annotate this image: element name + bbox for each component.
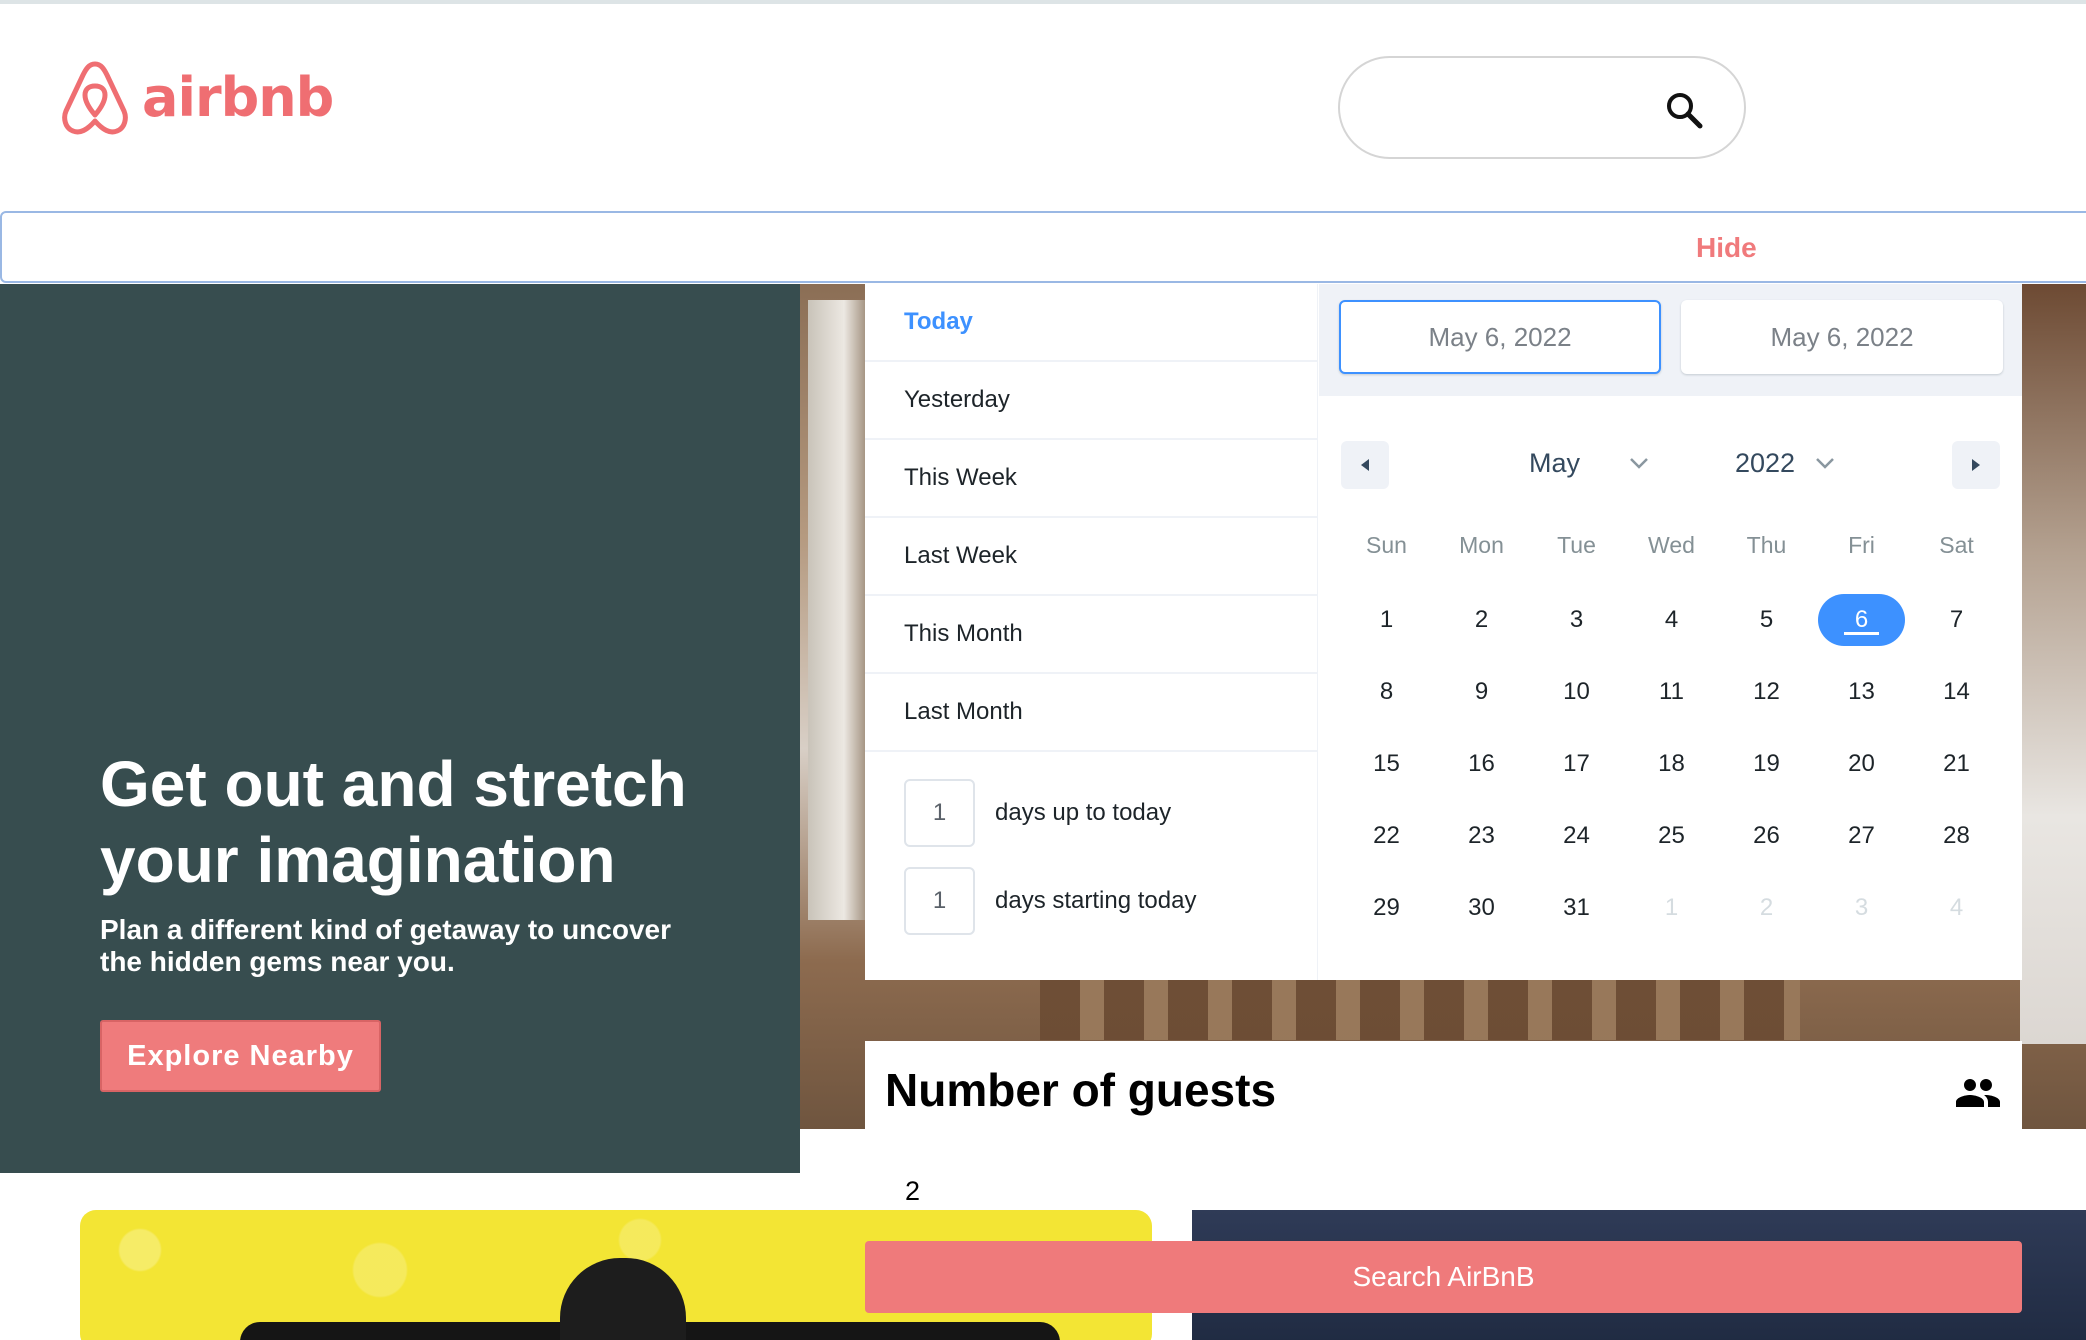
calendar-day-passive[interactable]: 2 bbox=[1719, 872, 1814, 944]
calendar-day-passive[interactable]: 4 bbox=[1909, 872, 2004, 944]
prev-month-button[interactable] bbox=[1341, 441, 1389, 489]
weekday-label: Mon bbox=[1459, 532, 1504, 558]
days-up-to-today-label: days up to today bbox=[995, 799, 1172, 826]
hero-subtitle: Plan a different kind of getaway to unco… bbox=[100, 914, 671, 977]
calendar-day[interactable]: 14 bbox=[1909, 656, 2004, 728]
calendar-day[interactable]: 10 bbox=[1529, 656, 1624, 728]
month-select[interactable]: May bbox=[1529, 448, 1580, 479]
chevron-down-icon[interactable] bbox=[1629, 456, 1649, 470]
calendar-day[interactable]: 24 bbox=[1529, 800, 1624, 872]
calendar-day[interactable]: 16 bbox=[1434, 728, 1529, 800]
hero-title: Get out and stretch your imagination bbox=[100, 748, 687, 896]
calendar-day[interactable]: 11 bbox=[1624, 656, 1719, 728]
chevron-down-icon[interactable] bbox=[1815, 456, 1835, 470]
calendar-day[interactable]: 12 bbox=[1719, 656, 1814, 728]
calendar-day[interactable]: 13 bbox=[1814, 656, 1909, 728]
guests-title: Number of guests bbox=[885, 1064, 1277, 1116]
input-range-starting-today: 1 days starting today bbox=[904, 867, 1196, 935]
weekday-label: Sun bbox=[1366, 532, 1407, 558]
next-month-button[interactable] bbox=[1952, 441, 2000, 489]
range-last-month[interactable]: Last Month bbox=[865, 674, 1317, 752]
calendar: May 6, 2022 May 6, 2022 May 2022 Sun Mon T… bbox=[1319, 284, 2022, 980]
calendar-day[interactable]: 28 bbox=[1909, 800, 2004, 872]
calendar-day[interactable]: 3 bbox=[1529, 584, 1624, 656]
explore-nearby-button[interactable]: Explore Nearby bbox=[100, 1020, 381, 1092]
input-range-up-to-today: 1 days up to today bbox=[904, 779, 1171, 847]
airbnb-logo[interactable]: airbnb bbox=[58, 58, 334, 136]
weekday-label: Fri bbox=[1848, 532, 1875, 558]
hero-photo-window bbox=[808, 300, 868, 920]
calendar-day[interactable]: 5 bbox=[1719, 584, 1814, 656]
hero-photo-chairs bbox=[1040, 980, 1800, 1040]
hero-photo-edge bbox=[2020, 284, 2086, 1044]
date-range-picker: Today Yesterday This Week Last Week This… bbox=[865, 284, 2022, 980]
page: airbnb Hide Get out and stretch your ima… bbox=[0, 0, 2086, 1340]
calendar-day[interactable]: 4 bbox=[1624, 584, 1719, 656]
range-today[interactable]: Today bbox=[865, 284, 1317, 362]
weekday-label: Thu bbox=[1746, 532, 1787, 558]
days-starting-today-input[interactable]: 1 bbox=[904, 867, 975, 935]
end-date-input[interactable]: May 6, 2022 bbox=[1681, 300, 2003, 374]
day-grid: 1 2 3 4 5 6 7 8 9 10 11 12 13 14 15 16 17 18 19 20 21 22 23 24 2… bbox=[1339, 584, 2004, 944]
calendar-day-passive[interactable]: 1 bbox=[1624, 872, 1719, 944]
calendar-day[interactable]: 2 bbox=[1434, 584, 1529, 656]
date-display: May 6, 2022 May 6, 2022 bbox=[1319, 284, 2022, 396]
calendar-day[interactable]: 22 bbox=[1339, 800, 1434, 872]
calendar-day[interactable]: 30 bbox=[1434, 872, 1529, 944]
calendar-day-selected[interactable]: 6 bbox=[1814, 584, 1909, 656]
calendar-day[interactable]: 19 bbox=[1719, 728, 1814, 800]
year-select[interactable]: 2022 bbox=[1735, 448, 1795, 479]
calendar-day[interactable]: 21 bbox=[1909, 728, 2004, 800]
weekday-header: Sun Mon Tue Wed Thu Fri Sat bbox=[1339, 532, 2004, 559]
calendar-day[interactable]: 9 bbox=[1434, 656, 1529, 728]
logo-text: airbnb bbox=[142, 65, 334, 129]
calendar-day[interactable]: 31 bbox=[1529, 872, 1624, 944]
calendar-day[interactable]: 18 bbox=[1624, 728, 1719, 800]
caret-left-icon bbox=[1361, 459, 1369, 471]
calendar-day[interactable]: 8 bbox=[1339, 656, 1434, 728]
calendar-day[interactable]: 7 bbox=[1909, 584, 2004, 656]
hide-button[interactable]: Hide bbox=[1696, 232, 1757, 264]
guests-input[interactable]: 2 bbox=[905, 1176, 920, 1207]
hide-bar[interactable] bbox=[0, 211, 2086, 283]
day-number: 6 bbox=[1854, 606, 1869, 633]
static-ranges: Today Yesterday This Week Last Week This… bbox=[865, 284, 1318, 980]
search-icon[interactable] bbox=[1664, 90, 1704, 130]
calendar-day-passive[interactable]: 3 bbox=[1814, 872, 1909, 944]
start-date-input[interactable]: May 6, 2022 bbox=[1339, 300, 1661, 374]
calendar-day[interactable]: 1 bbox=[1339, 584, 1434, 656]
calendar-day[interactable]: 23 bbox=[1434, 800, 1529, 872]
airbnb-belo-icon bbox=[62, 61, 128, 135]
range-last-week[interactable]: Last Week bbox=[865, 518, 1317, 596]
people-icon bbox=[1956, 1079, 2000, 1107]
caret-right-icon bbox=[1972, 459, 1980, 471]
weekday-label: Tue bbox=[1557, 532, 1596, 558]
calendar-day[interactable]: 15 bbox=[1339, 728, 1434, 800]
today-underline bbox=[1844, 632, 1879, 635]
days-up-to-today-input[interactable]: 1 bbox=[904, 779, 975, 847]
calendar-day[interactable]: 25 bbox=[1624, 800, 1719, 872]
range-this-month[interactable]: This Month bbox=[865, 596, 1317, 674]
calendar-day[interactable]: 20 bbox=[1814, 728, 1909, 800]
weekday-label: Sat bbox=[1939, 532, 1974, 558]
calendar-day[interactable]: 26 bbox=[1719, 800, 1814, 872]
calendar-day[interactable]: 27 bbox=[1814, 800, 1909, 872]
calendar-day[interactable]: 29 bbox=[1339, 872, 1434, 944]
days-starting-today-label: days starting today bbox=[995, 887, 1197, 914]
search-airbnb-button[interactable]: Search AirBnB bbox=[865, 1241, 2022, 1313]
header-search-input[interactable] bbox=[1338, 56, 1746, 159]
weekday-label: Wed bbox=[1648, 532, 1695, 558]
calendar-day[interactable]: 17 bbox=[1529, 728, 1624, 800]
range-yesterday[interactable]: Yesterday bbox=[865, 362, 1317, 440]
top-divider bbox=[0, 0, 2086, 4]
range-this-week[interactable]: This Week bbox=[865, 440, 1317, 518]
